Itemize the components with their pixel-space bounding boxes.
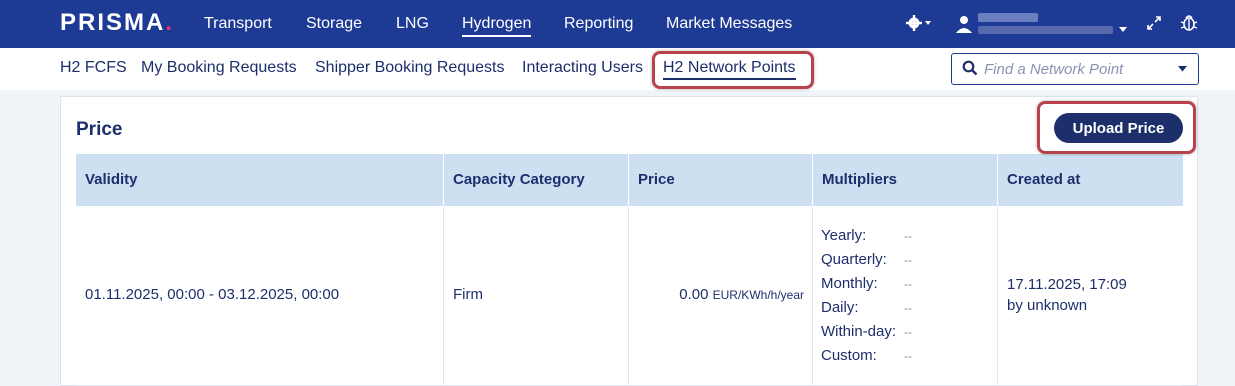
multiplier-custom: Custom: --: [821, 347, 912, 364]
cell-validity: 01.11.2025, 00:00 - 03.12.2025, 00:00: [76, 206, 444, 386]
user-account-name[interactable]: [978, 11, 1113, 37]
bug-icon[interactable]: [1179, 13, 1199, 38]
subnav-shipper-booking-requests[interactable]: Shipper Booking Requests: [315, 48, 504, 90]
cell-capacity-category: Firm: [444, 206, 629, 386]
highlight-box-upload-price: [1037, 101, 1196, 154]
nav-storage[interactable]: Storage: [306, 0, 362, 48]
column-header-validity[interactable]: Validity: [76, 154, 444, 206]
sub-navigation-bar: H2 FCFS My Booking Requests Shipper Book…: [0, 48, 1235, 90]
top-navigation-bar: PRISMA. Transport Storage LNG Hydrogen R…: [0, 0, 1235, 48]
gear-icon[interactable]: [905, 13, 933, 38]
created-date: 17.11.2025, 17:09: [1007, 276, 1127, 293]
column-header-created-at[interactable]: Created at: [998, 154, 1183, 206]
nav-hydrogen[interactable]: Hydrogen: [462, 0, 532, 48]
price-card: Price Upload Price Validity Capacity Cat…: [60, 96, 1198, 386]
search-input[interactable]: [984, 57, 1164, 81]
cell-multipliers: Yearly: -- Quarterly: -- Monthly: -- Daily:…: [813, 206, 998, 386]
subnav-h2-fcfs[interactable]: H2 FCFS: [60, 48, 127, 90]
column-header-price[interactable]: Price: [629, 154, 813, 206]
prisma-logo[interactable]: PRISMA.: [60, 9, 174, 37]
subnav-interacting-users[interactable]: Interacting Users: [522, 48, 643, 90]
network-point-search[interactable]: [951, 53, 1199, 85]
nav-transport[interactable]: Transport: [204, 0, 272, 48]
nav-lng[interactable]: LNG: [396, 0, 429, 48]
multiplier-yearly: Yearly: --: [821, 227, 912, 244]
expand-icon[interactable]: [1145, 14, 1163, 37]
created-by: by unknown: [1007, 297, 1088, 314]
cell-price: 0.00 EUR/KWh/h/year: [629, 206, 813, 386]
card-title: Price: [76, 119, 123, 140]
search-icon: [962, 60, 978, 80]
column-header-capacity-category[interactable]: Capacity Category: [444, 154, 629, 206]
table-header: Validity Capacity Category Price Multipl…: [76, 154, 1183, 206]
nav-reporting[interactable]: Reporting: [564, 0, 633, 48]
column-header-multipliers[interactable]: Multipliers: [813, 154, 998, 206]
highlight-box-network-points: [652, 51, 814, 89]
price-value: 0.00 EUR/KWh/h/year: [679, 286, 804, 303]
multiplier-within-day: Within-day: --: [821, 323, 912, 340]
chevron-down-icon[interactable]: [1177, 62, 1188, 76]
page-background: [1198, 90, 1235, 386]
chevron-down-icon[interactable]: [1118, 18, 1128, 39]
multiplier-quarterly: Quarterly: --: [821, 251, 912, 268]
cell-created-at: 17.11.2025, 17:09 by unknown: [998, 206, 1183, 386]
nav-market-messages[interactable]: Market Messages: [666, 0, 792, 48]
user-icon[interactable]: [955, 14, 973, 39]
table-row[interactable]: 01.11.2025, 00:00 - 03.12.2025, 00:00 Fi…: [76, 206, 1183, 386]
multipliers-list: Yearly: -- Quarterly: -- Monthly: -- Daily:…: [821, 224, 912, 368]
subnav-my-booking-requests[interactable]: My Booking Requests: [141, 48, 297, 90]
multiplier-monthly: Monthly: --: [821, 275, 912, 292]
multiplier-daily: Daily: --: [821, 299, 912, 316]
